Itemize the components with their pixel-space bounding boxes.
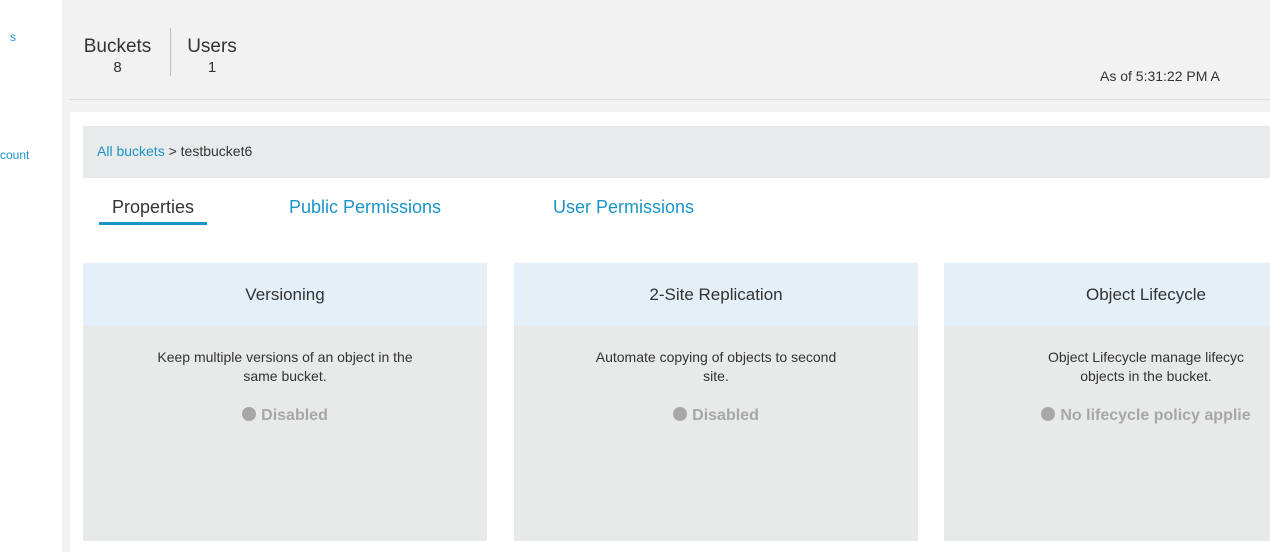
object-lifecycle-card[interactable]: Object Lifecycle Object Lifecycle manage…	[944, 263, 1270, 541]
users-label: Users	[187, 36, 237, 57]
replication-card[interactable]: 2-Site Replication Automate copying of o…	[514, 263, 918, 541]
card-description-line: Keep multiple versions of an object in t…	[157, 349, 413, 365]
users-count: 1	[207, 59, 217, 76]
card-description: Keep multiple versions of an object in t…	[83, 326, 487, 407]
tab-properties[interactable]: Properties	[98, 197, 208, 225]
card-description-line: objects in the bucket.	[1080, 368, 1212, 384]
card-title: 2-Site Replication	[514, 263, 918, 326]
sidebar-item-account[interactable]: count	[0, 148, 29, 162]
buckets-label: Buckets	[83, 36, 152, 57]
tab-bar: Properties Public Permissions User Permi…	[83, 188, 883, 228]
card-status: No lifecycle policy applie	[944, 407, 1270, 425]
card-title: Object Lifecycle	[944, 263, 1270, 326]
breadcrumb-current-bucket: testbucket6	[180, 143, 253, 159]
last-updated-timestamp: As of 5:31:22 PM A	[1100, 68, 1220, 84]
sidebar-item-partial-top[interactable]: s	[10, 30, 16, 44]
main-area: Buckets 8 Users 1 As of 5:31:22 PM A All…	[62, 0, 1270, 552]
card-description-line: site.	[703, 368, 729, 384]
stat-divider	[170, 28, 171, 76]
card-description: Object Lifecycle manage lifecyc objects …	[944, 326, 1270, 407]
breadcrumb-separator: >	[168, 143, 181, 159]
buckets-stat: Buckets 8	[70, 36, 165, 76]
users-stat: Users 1	[172, 36, 252, 76]
sidebar: s count	[0, 0, 62, 552]
card-description: Automate copying of objects to second si…	[514, 326, 918, 407]
card-status-label: No lifecycle policy applie	[1060, 407, 1251, 424]
breadcrumb-all-buckets-link[interactable]: All buckets	[97, 143, 165, 159]
card-status: Disabled	[83, 407, 487, 425]
summary-stats-bar: Buckets 8 Users 1 As of 5:31:22 PM A	[70, 6, 1270, 100]
bucket-detail-panel: All buckets > testbucket6 Properties Pub…	[70, 112, 1270, 552]
card-status-label: Disabled	[692, 407, 759, 424]
card-status: Disabled	[514, 407, 918, 425]
card-description-line: Object Lifecycle manage lifecyc	[1047, 349, 1245, 365]
card-description-line: Automate copying of objects to second	[595, 349, 837, 365]
status-dot-icon	[1041, 407, 1056, 421]
versioning-card[interactable]: Versioning Keep multiple versions of an …	[83, 263, 487, 541]
status-dot-icon	[242, 407, 257, 421]
tab-public-permissions[interactable]: Public Permissions	[289, 197, 441, 218]
card-title: Versioning	[83, 263, 487, 326]
card-status-label: Disabled	[261, 407, 328, 424]
tab-user-permissions[interactable]: User Permissions	[553, 197, 694, 218]
status-dot-icon	[673, 407, 688, 421]
breadcrumb: All buckets > testbucket6	[83, 126, 1270, 178]
buckets-count: 8	[113, 59, 122, 76]
card-description-line: same bucket.	[243, 368, 327, 384]
